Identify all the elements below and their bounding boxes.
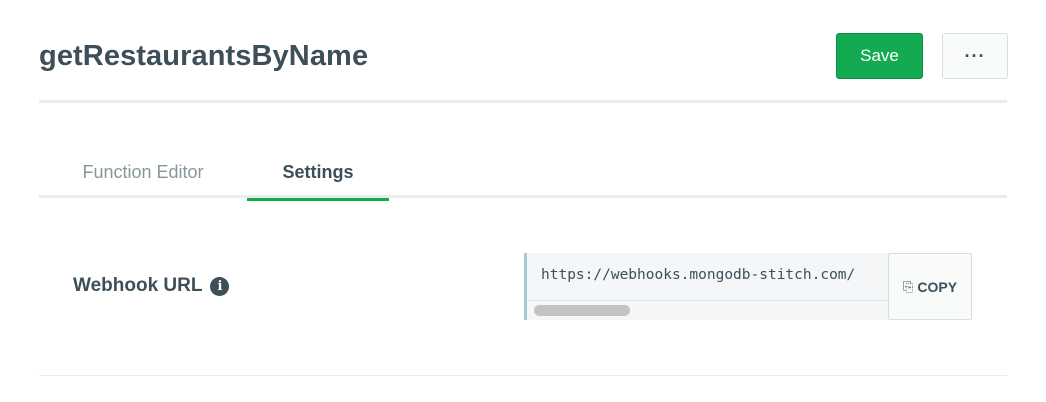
page-title: getRestaurantsByName xyxy=(39,40,369,72)
save-button[interactable]: Save xyxy=(836,33,923,79)
copy-icon: ⎘ xyxy=(902,278,914,294)
copy-button[interactable]: ⎘ COPY xyxy=(888,253,972,320)
info-icon[interactable]: i xyxy=(210,276,230,296)
divider xyxy=(527,300,888,301)
webhook-url-field[interactable]: https://webhooks.mongodb-stitch.com/ xyxy=(524,253,888,320)
webhook-url-row: Webhook URL i https://webhooks.mongodb-s… xyxy=(39,240,1007,376)
webhook-url-label-group: Webhook URL i xyxy=(73,275,230,297)
copy-label: COPY xyxy=(917,278,958,295)
horizontal-scrollbar[interactable] xyxy=(534,305,630,316)
webhook-url-label: Webhook URL xyxy=(73,275,203,296)
more-icon: ··· xyxy=(964,45,986,66)
page-header: getRestaurantsByName Save ··· xyxy=(39,0,1008,103)
more-options-button[interactable]: ··· xyxy=(942,33,1008,79)
tab-bar: Function Editor Settings xyxy=(39,150,1007,201)
webhook-url-value[interactable]: https://webhooks.mongodb-stitch.com/ xyxy=(541,267,855,283)
tab-settings[interactable]: Settings xyxy=(247,150,389,201)
tab-function-editor[interactable]: Function Editor xyxy=(39,150,247,198)
